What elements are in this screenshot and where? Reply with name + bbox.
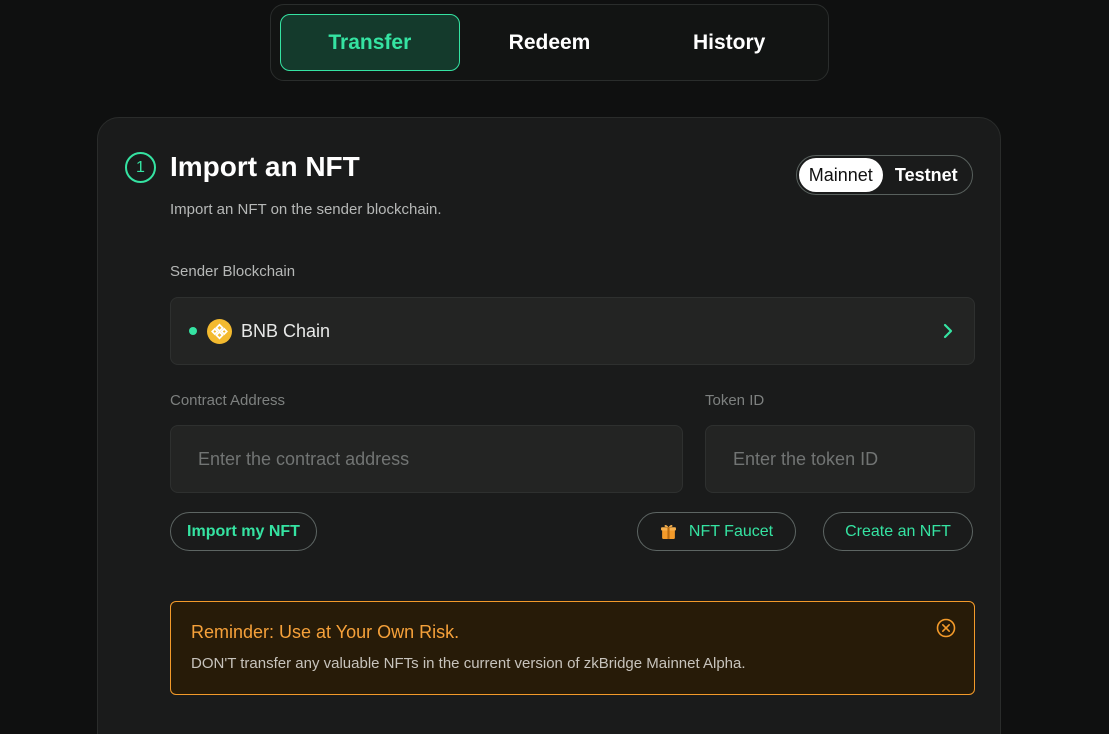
contract-address-input[interactable] — [170, 425, 683, 493]
card-title: Import an NFT — [170, 151, 360, 182]
risk-reminder-banner: Reminder: Use at Your Own Risk. DON'T tr… — [170, 601, 975, 695]
sender-blockchain-label: Sender Blockchain — [170, 263, 296, 280]
reminder-title: Reminder: Use at Your Own Risk. — [191, 622, 460, 642]
network-option-mainnet[interactable]: Mainnet — [799, 158, 883, 192]
card-subtitle: Import an NFT on the sender blockchain. — [170, 201, 442, 218]
status-dot-icon — [189, 327, 197, 335]
sender-chain-name: BNB Chain — [241, 320, 331, 341]
tab-history[interactable]: History — [639, 14, 819, 71]
tab-redeem[interactable]: Redeem — [460, 14, 640, 71]
import-my-nft-label: Import my NFT — [187, 522, 300, 540]
token-id-input[interactable] — [705, 425, 975, 493]
nft-faucet-label: NFT Faucet — [688, 522, 774, 540]
contract-address-label: Contract Address — [170, 392, 286, 409]
gift-icon — [660, 524, 676, 539]
bnb-chain-icon — [207, 318, 232, 344]
network-option-testnet[interactable]: Testnet — [883, 158, 970, 192]
sender-blockchain-select[interactable]: BNB Chain — [170, 297, 975, 365]
import-nft-card: 1 Import an NFT Import an NFT on the sen… — [97, 117, 1001, 734]
reminder-text: DON'T transfer any valuable NFTs in the … — [191, 655, 746, 672]
nft-faucet-button[interactable]: NFT Faucet — [637, 512, 796, 551]
chevron-right-icon — [943, 323, 953, 339]
import-my-nft-button[interactable]: Import my NFT — [170, 512, 317, 551]
token-id-label: Token ID — [705, 392, 765, 409]
step-number-badge: 1 — [125, 152, 156, 183]
create-an-nft-button[interactable]: Create an NFT — [823, 512, 973, 551]
tab-bar: Transfer Redeem History — [270, 4, 829, 81]
tab-transfer[interactable]: Transfer — [280, 14, 460, 71]
network-toggle: Mainnet Testnet — [796, 155, 973, 195]
page: Transfer Redeem History 1 Import an NFT … — [0, 0, 1109, 734]
close-icon[interactable] — [936, 618, 956, 638]
create-an-nft-label: Create an NFT — [845, 522, 951, 540]
